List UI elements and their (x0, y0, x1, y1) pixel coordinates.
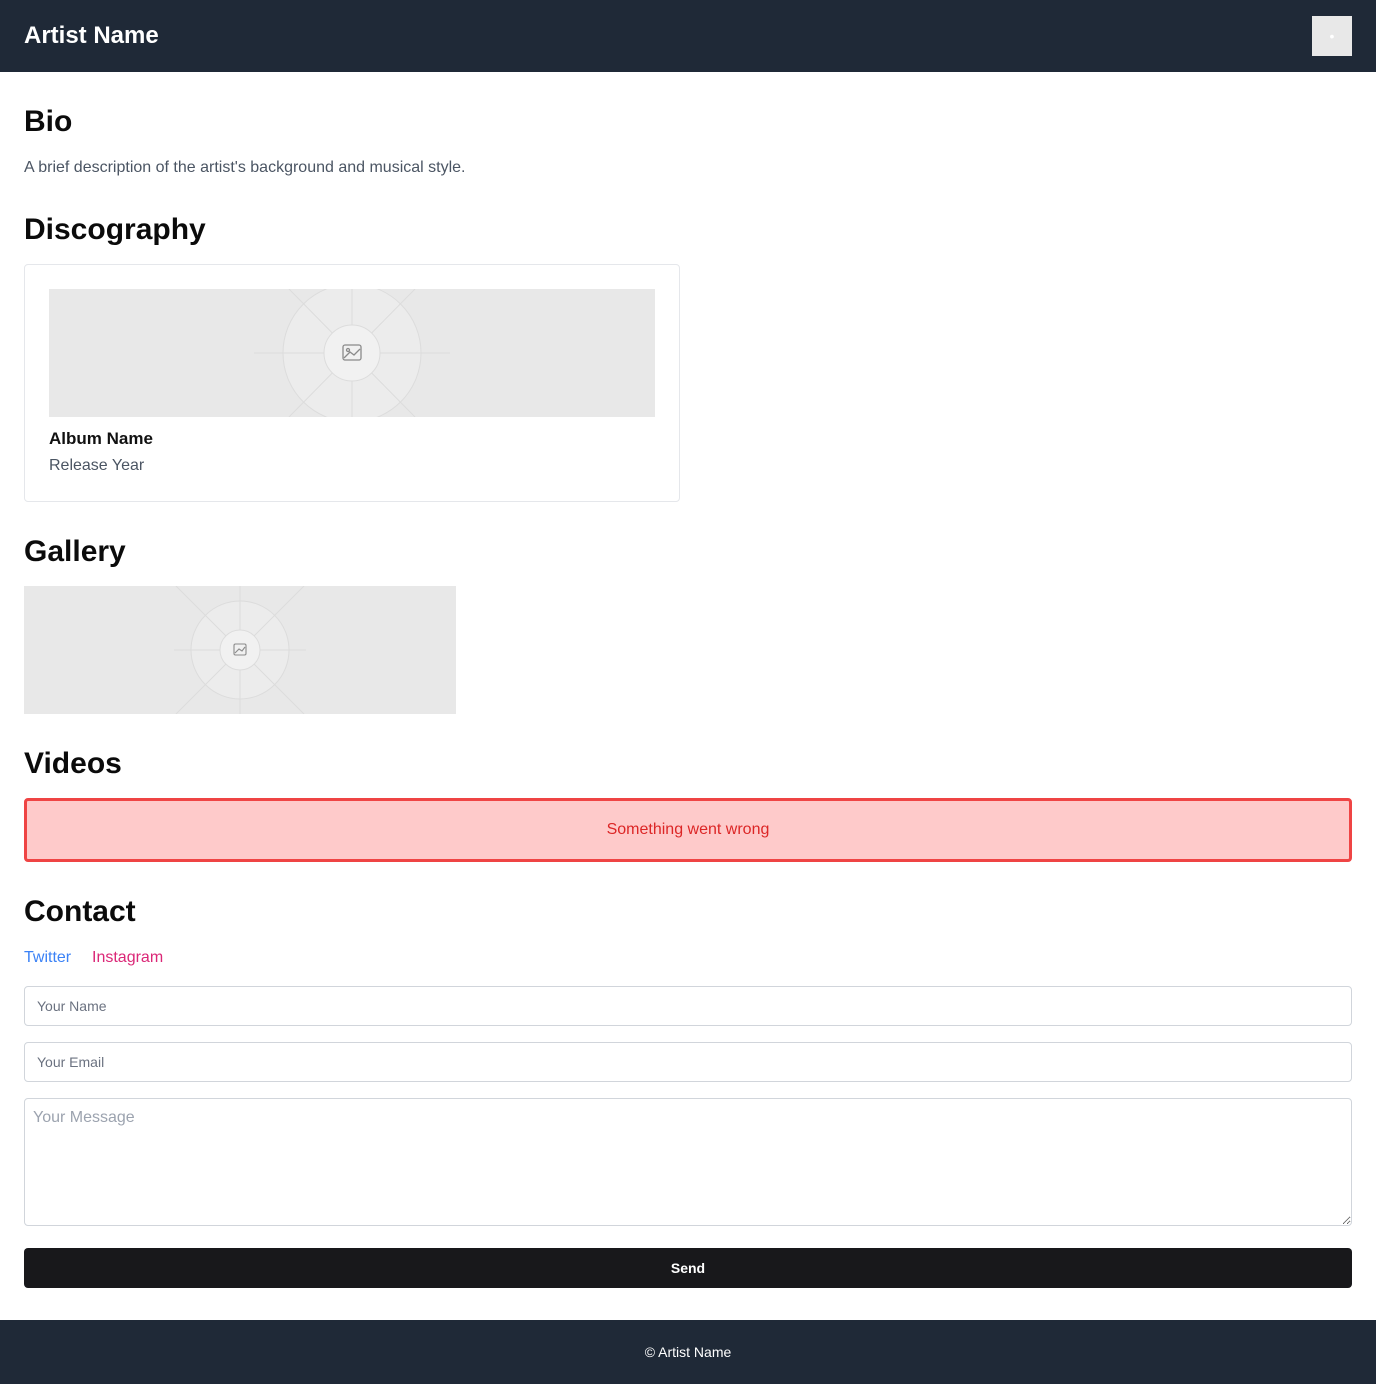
message-textarea[interactable] (24, 1098, 1352, 1226)
instagram-link[interactable]: Instagram (92, 947, 163, 969)
name-input[interactable] (24, 986, 1352, 1026)
error-message: Something went wrong (606, 821, 770, 838)
site-title: Artist Name (24, 22, 159, 49)
menu-icon: • (1329, 28, 1335, 44)
send-button[interactable]: Send (24, 1248, 1352, 1288)
album-release-year: Release Year (49, 457, 145, 474)
contact-heading: Contact (24, 895, 136, 928)
album-cover-image (49, 289, 655, 417)
twitter-link[interactable]: Twitter (24, 947, 71, 969)
bio-heading: Bio (24, 105, 73, 138)
video-error-alert: Something went wrong (24, 798, 1352, 862)
gallery-heading: Gallery (24, 535, 126, 568)
site-footer: © Artist Name (0, 1320, 1376, 1384)
videos-heading: Videos (24, 747, 122, 780)
gallery-image[interactable] (24, 586, 456, 714)
email-input[interactable] (24, 1042, 1352, 1082)
footer-copyright: © Artist Name (644, 1344, 732, 1360)
discography-heading: Discography (24, 213, 206, 246)
menu-button[interactable]: • (1312, 16, 1352, 56)
bio-text: A brief description of the artist's back… (24, 159, 466, 176)
image-placeholder-icon (254, 289, 450, 417)
album-name: Album Name (49, 429, 153, 448)
site-header: Artist Name • (0, 0, 1376, 72)
album-card: Album Name Release Year (24, 264, 680, 502)
image-placeholder-icon (174, 586, 306, 714)
